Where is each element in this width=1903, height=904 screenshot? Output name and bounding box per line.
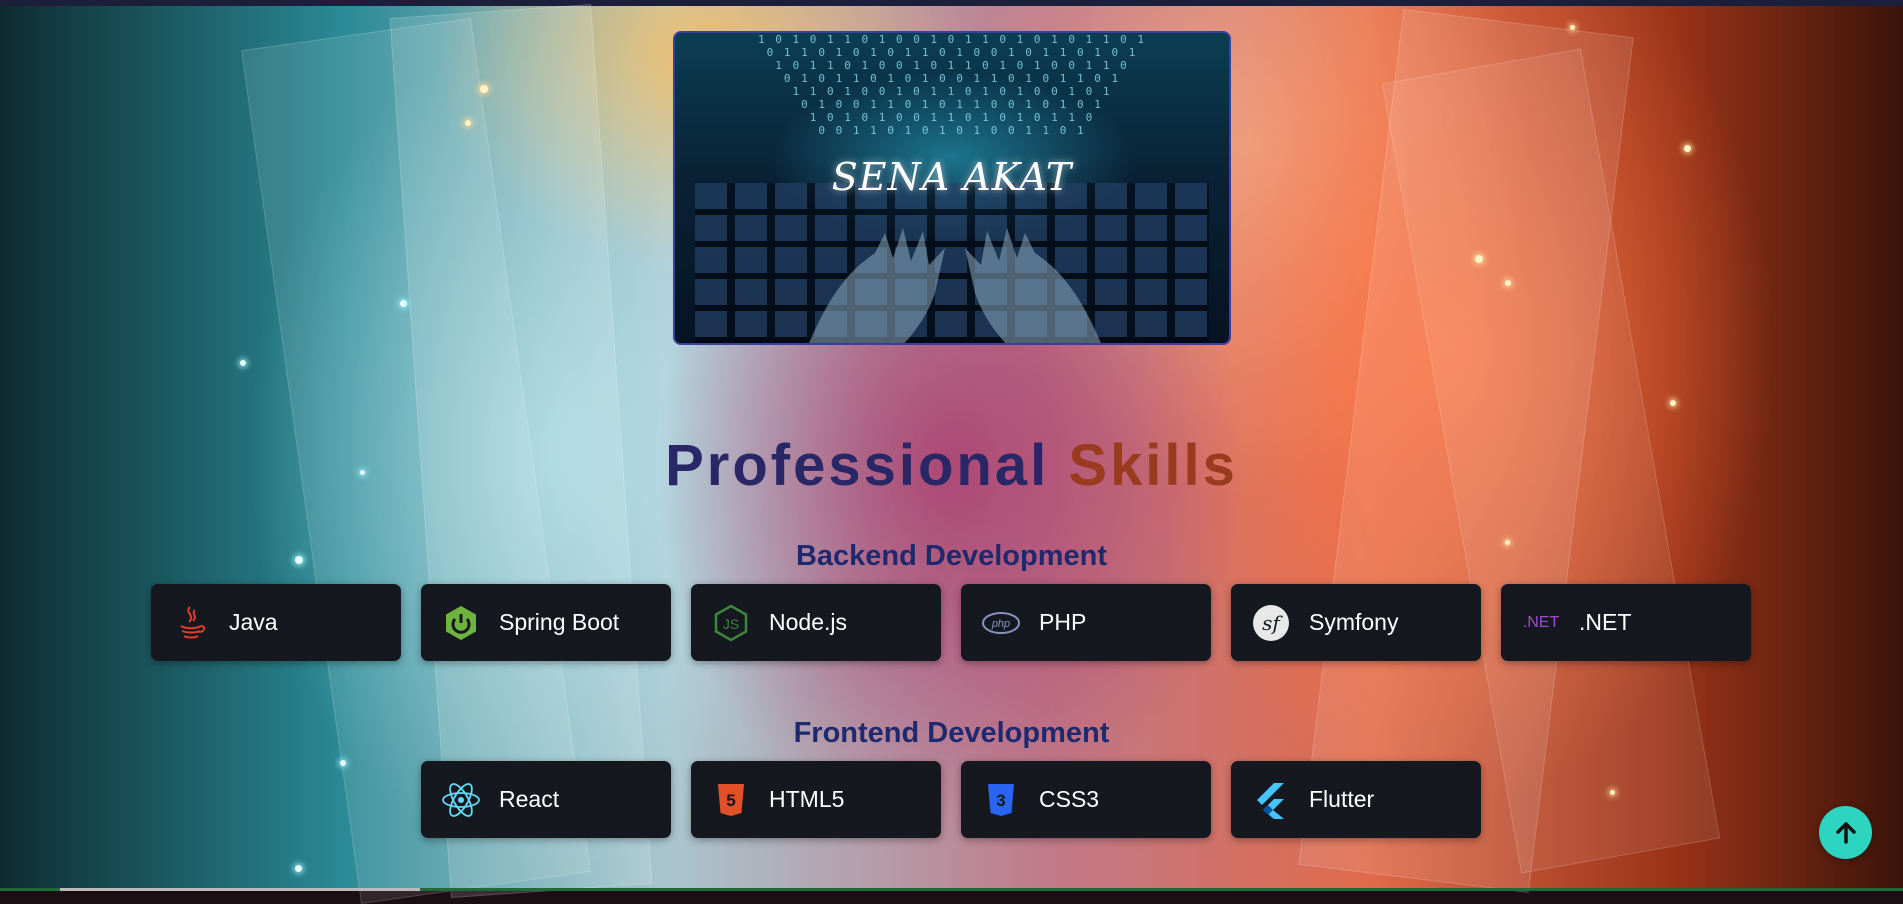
skill-card-symfony[interactable]: sf Symfony	[1231, 584, 1481, 661]
sparkle	[1475, 255, 1483, 263]
skill-label: Symfony	[1309, 609, 1399, 635]
sparkle	[465, 120, 471, 126]
java-icon	[171, 603, 211, 643]
skill-card-flutter[interactable]: Flutter	[1231, 761, 1481, 838]
skill-label: CSS3	[1039, 786, 1100, 812]
hero-banner: 1 0 1 0 1 1 0 1 0 0 1 0 1 1 0 1 0 1 0 1 …	[673, 31, 1231, 345]
svg-text:php: php	[991, 618, 1010, 630]
sparkle	[1684, 145, 1691, 152]
flutter-icon	[1251, 780, 1291, 820]
top-border	[0, 0, 1903, 6]
sparkle	[240, 360, 246, 366]
sparkle	[1670, 400, 1676, 406]
hands-image	[809, 228, 1101, 343]
skill-label: PHP	[1039, 609, 1087, 635]
frontend-heading: Frontend Development	[793, 717, 1110, 749]
sparkle	[400, 300, 407, 307]
arrow-up-icon	[1835, 821, 1856, 844]
skill-card-nodejs[interactable]: JS Node.js	[691, 584, 941, 661]
skill-label: Node.js	[769, 609, 847, 635]
skill-label: Spring Boot	[499, 609, 620, 635]
symfony-icon: sf	[1251, 603, 1291, 643]
skill-label: .NET	[1579, 609, 1632, 635]
title-word-professional: Professional	[665, 433, 1050, 498]
nodejs-icon: JS	[711, 603, 751, 643]
skill-card-dotnet[interactable]: .NET .NET	[1501, 584, 1751, 661]
svg-text:3: 3	[996, 791, 1005, 810]
scroll-to-top-button[interactable]	[1819, 806, 1872, 859]
skill-label: HTML5	[769, 786, 845, 812]
sparkle	[340, 760, 346, 766]
spring-boot-icon	[441, 603, 481, 643]
skill-card-java[interactable]: Java	[151, 584, 401, 661]
sparkle	[480, 85, 488, 93]
react-icon	[441, 780, 481, 820]
skill-card-react[interactable]: React	[421, 761, 671, 838]
skill-label: Flutter	[1309, 786, 1375, 812]
skill-card-html5[interactable]: 5 HTML5	[691, 761, 941, 838]
hero-name: SENA AKAT	[831, 155, 1073, 199]
svg-text:JS: JS	[723, 616, 739, 632]
backend-heading: Backend Development	[795, 540, 1108, 572]
skill-card-php[interactable]: php PHP	[961, 584, 1211, 661]
sparkle	[295, 865, 302, 872]
title-word-skills: Skills	[1068, 433, 1238, 498]
css3-icon: 3	[981, 780, 1021, 820]
skill-label: React	[499, 786, 560, 812]
html5-icon: 5	[711, 780, 751, 820]
skill-card-css3[interactable]: 3 CSS3	[961, 761, 1211, 838]
skill-label: Java	[229, 609, 278, 635]
sparkle	[1505, 280, 1511, 286]
dotnet-icon: .NET	[1522, 613, 1560, 631]
sparkle	[1570, 25, 1575, 30]
sparkle	[1610, 790, 1615, 795]
page-title: Professional Skills	[0, 432, 1903, 499]
php-icon: php	[981, 603, 1021, 643]
skill-card-spring-boot[interactable]: Spring Boot	[421, 584, 671, 661]
svg-text:5: 5	[726, 791, 735, 810]
